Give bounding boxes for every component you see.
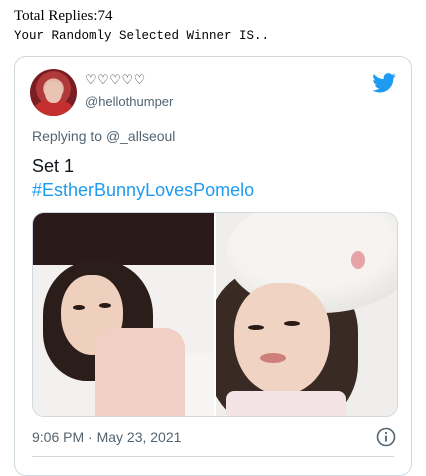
avatar-face <box>45 81 62 103</box>
avatar[interactable] <box>30 69 77 116</box>
info-icon[interactable] <box>376 427 396 447</box>
tweet-photo-1[interactable] <box>33 213 214 416</box>
tweet-text-line: Set 1 <box>32 156 75 176</box>
embedded-tweet-card[interactable]: ♡♡♡♡♡ @hellothumper Replying to @_allseo… <box>14 56 412 476</box>
tweet-media[interactable] <box>32 212 398 417</box>
user-handle[interactable]: @hellothumper <box>85 94 173 109</box>
total-replies-label: Total Replies: <box>14 8 98 24</box>
winner-announcement: Your Randomly Selected Winner IS.. <box>14 29 270 43</box>
twitter-bird-icon[interactable] <box>372 73 396 93</box>
replying-to-label: Replying to <box>32 128 106 144</box>
hashtag-link[interactable]: #EstherBunnyLovesPomelo <box>32 178 254 202</box>
total-replies: Total Replies:74 <box>14 8 113 25</box>
card-divider <box>32 456 394 457</box>
tweet-photo-2[interactable] <box>216 213 397 416</box>
total-replies-count: 74 <box>97 8 113 24</box>
replying-to: Replying to @_allseoul <box>32 128 175 144</box>
replying-to-user-link[interactable]: @_allseoul <box>106 128 175 144</box>
display-name[interactable]: ♡♡♡♡♡ <box>85 73 146 88</box>
tweet-text: Set 1 #EstherBunnyLovesPomelo <box>32 154 254 202</box>
tweet-timestamp[interactable]: 9:06 PM · May 23, 2021 <box>32 429 181 445</box>
